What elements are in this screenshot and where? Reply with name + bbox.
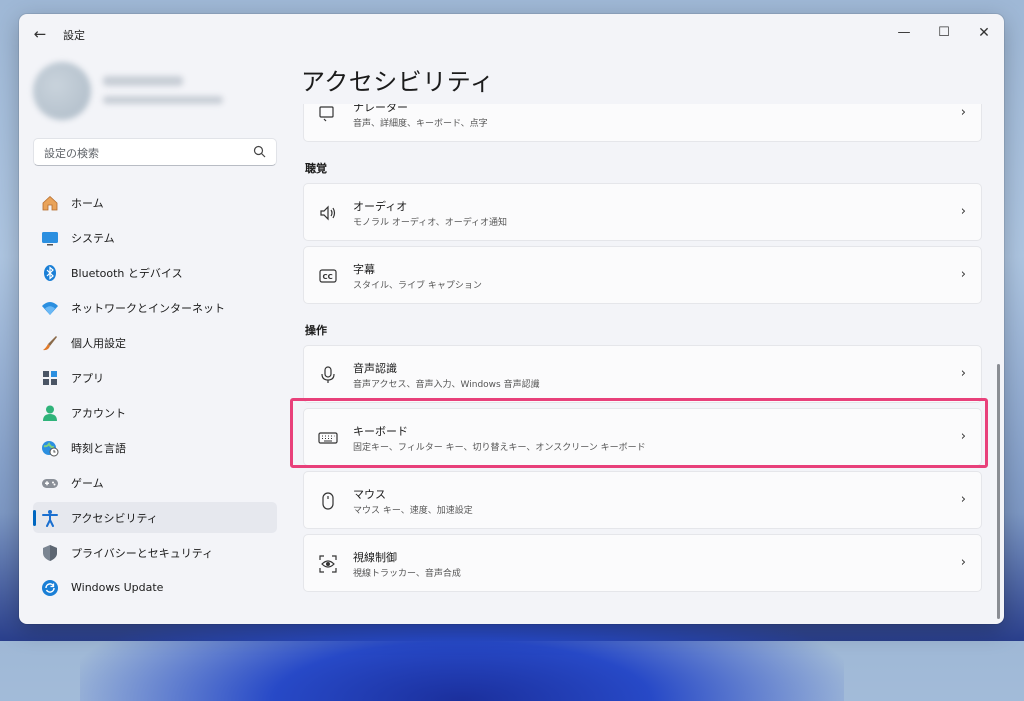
accessibility-icon — [41, 509, 59, 527]
chevron-right-icon: › — [960, 267, 966, 282]
main-content: アクセシビリティ ナレーター 音声、詳細度、キーボード、点字 › 聴覚 オーディ… — [301, 54, 1004, 624]
profile-email-blurred — [103, 96, 223, 104]
bluetooth-icon — [41, 264, 59, 282]
section-hearing: 聴覚 — [305, 162, 327, 175]
sidebar-item-label: アカウント — [71, 406, 126, 420]
home-icon — [41, 194, 59, 212]
eye-control-icon — [318, 554, 338, 574]
chevron-right-icon: › — [960, 204, 966, 219]
back-button[interactable]: ← — [29, 23, 51, 45]
minimize-button[interactable]: — — [889, 20, 919, 46]
card-title: 視線制御 — [353, 551, 397, 564]
sidebar-item-label: ゲーム — [71, 476, 104, 490]
sidebar-item-network[interactable]: ネットワークとインターネット — [33, 292, 277, 323]
close-button[interactable]: ✕ — [969, 20, 999, 46]
sidebar-item-label: 時刻と言語 — [71, 441, 126, 455]
card-title: マウス — [353, 488, 386, 501]
scrollbar[interactable] — [997, 364, 1000, 619]
sidebar-item-home[interactable]: ホーム — [33, 187, 277, 218]
sidebar-item-label: ホーム — [71, 196, 104, 210]
chevron-right-icon: › — [960, 105, 966, 120]
gamepad-icon — [41, 474, 59, 492]
card-subtitle: 固定キー、フィルター キー、切り替えキー、オンスクリーン キーボード — [353, 443, 646, 453]
card-subtitle: モノラル オーディオ、オーディオ通知 — [353, 218, 508, 228]
profile-name-blurred — [103, 76, 183, 86]
speaker-icon — [318, 203, 338, 223]
maximize-button[interactable]: ☐ — [929, 20, 959, 46]
audio-card[interactable]: オーディオ モノラル オーディオ、オーディオ通知 › — [303, 183, 982, 241]
app-title: 設定 — [63, 29, 85, 42]
sidebar-item-label: システム — [71, 231, 115, 245]
svg-text:CC: CC — [323, 273, 333, 281]
sidebar-item-time-language[interactable]: 時刻と言語 — [33, 432, 277, 463]
card-title: 字幕 — [353, 263, 375, 276]
nav-list: ホーム システム Bluetooth とデバイス ネットワークとインターネット — [33, 187, 277, 607]
sidebar-item-label: Bluetooth とデバイス — [71, 266, 183, 280]
card-subtitle: スタイル、ライブ キャプション — [353, 281, 482, 291]
sidebar-item-accessibility[interactable]: アクセシビリティ — [33, 502, 277, 533]
sidebar-item-label: アクセシビリティ — [71, 511, 158, 525]
sidebar-item-personalization[interactable]: 個人用設定 — [33, 327, 277, 358]
sidebar-item-system[interactable]: システム — [33, 222, 277, 253]
sidebar: ホーム システム Bluetooth とデバイス ネットワークとインターネット — [19, 54, 289, 624]
narrator-icon — [318, 104, 338, 124]
eye-control-card[interactable]: 視線制御 視線トラッカー、音声合成 › — [303, 534, 982, 592]
sidebar-item-apps[interactable]: アプリ — [33, 362, 277, 393]
sidebar-item-label: アプリ — [71, 371, 104, 385]
chevron-right-icon: › — [960, 555, 966, 570]
narrator-card[interactable]: ナレーター 音声、詳細度、キーボード、点字 › — [303, 104, 982, 142]
microphone-icon — [318, 365, 338, 385]
sidebar-item-label: ネットワークとインターネット — [71, 301, 225, 315]
sidebar-item-label: 個人用設定 — [71, 336, 126, 350]
card-title: 音声認識 — [353, 362, 397, 375]
speech-card[interactable]: 音声認識 音声アクセス、音声入力、Windows 音声認識 › — [303, 345, 982, 403]
search-input[interactable] — [42, 143, 246, 163]
sidebar-item-gaming[interactable]: ゲーム — [33, 467, 277, 498]
sidebar-item-privacy[interactable]: プライバシーとセキュリティ — [33, 537, 277, 568]
sidebar-item-windows-update[interactable]: Windows Update — [33, 572, 277, 603]
card-subtitle: 視線トラッカー、音声合成 — [353, 569, 461, 579]
sidebar-item-label: プライバシーとセキュリティ — [71, 546, 214, 560]
card-title: キーボード — [353, 425, 408, 438]
monitor-icon — [41, 229, 59, 247]
cc-icon: CC — [318, 266, 338, 286]
page-title: アクセシビリティ — [301, 68, 495, 96]
settings-list: ナレーター 音声、詳細度、キーボード、点字 › 聴覚 オーディオ モノラル オー… — [303, 104, 983, 624]
sidebar-item-label: Windows Update — [71, 581, 164, 594]
card-subtitle: マウス キー、速度、加速設定 — [353, 506, 473, 516]
card-subtitle: 音声、詳細度、キーボード、点字 — [353, 119, 488, 129]
chevron-right-icon: › — [960, 492, 966, 507]
shield-icon — [41, 544, 59, 562]
section-interaction: 操作 — [305, 324, 327, 337]
wifi-icon — [41, 299, 59, 317]
settings-window: ← 設定 — ☐ ✕ ホーム — [19, 14, 1004, 624]
chevron-right-icon: › — [960, 429, 966, 444]
search-box — [33, 138, 277, 166]
apps-icon — [41, 369, 59, 387]
card-subtitle: 音声アクセス、音声入力、Windows 音声認識 — [353, 380, 540, 390]
keyboard-card[interactable]: キーボード 固定キー、フィルター キー、切り替えキー、オンスクリーン キーボード… — [303, 408, 982, 466]
globe-clock-icon — [41, 439, 59, 457]
mouse-icon — [318, 491, 338, 511]
keyboard-icon — [318, 428, 338, 448]
captions-card[interactable]: CC 字幕 スタイル、ライブ キャプション › — [303, 246, 982, 304]
chevron-right-icon: › — [960, 366, 966, 381]
card-title: オーディオ — [353, 200, 408, 213]
user-profile[interactable] — [33, 62, 243, 122]
search-icon[interactable] — [253, 145, 267, 159]
sidebar-item-bluetooth[interactable]: Bluetooth とデバイス — [33, 257, 277, 288]
title-bar: ← 設定 — ☐ ✕ — [19, 14, 1004, 54]
card-title: ナレーター — [353, 104, 408, 114]
person-icon — [41, 404, 59, 422]
avatar — [33, 62, 91, 120]
update-icon — [41, 579, 59, 597]
brush-icon — [41, 334, 59, 352]
sidebar-item-accounts[interactable]: アカウント — [33, 397, 277, 428]
mouse-card[interactable]: マウス マウス キー、速度、加速設定 › — [303, 471, 982, 529]
